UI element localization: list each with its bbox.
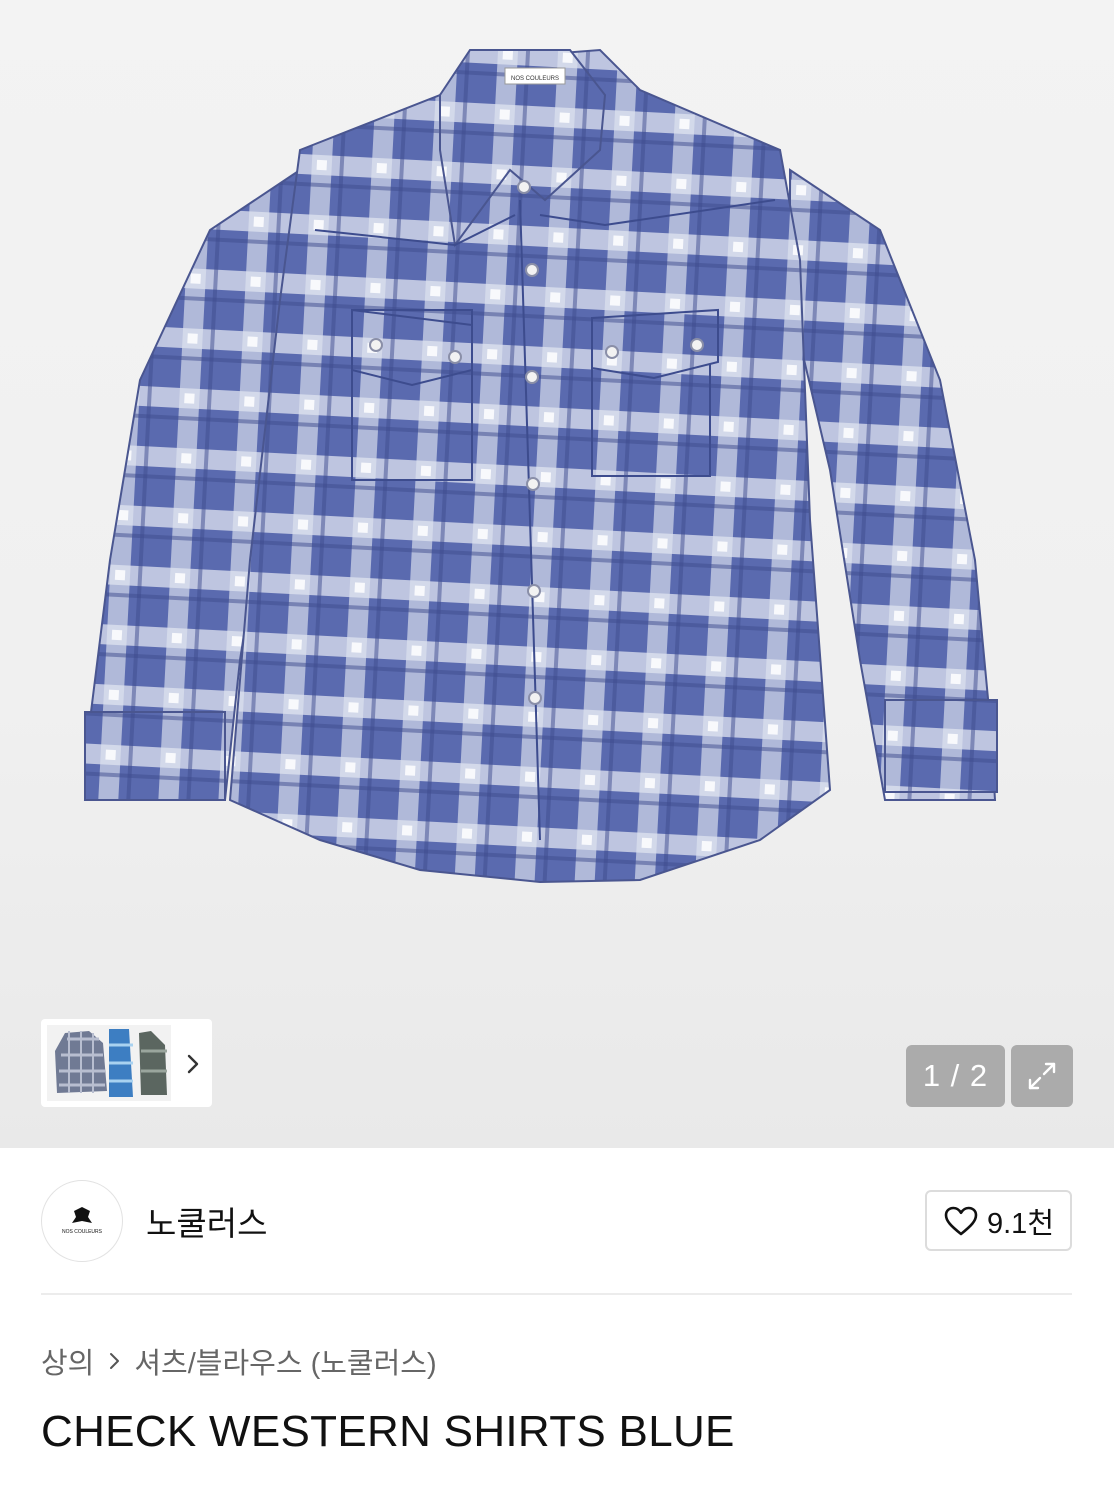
breadcrumb-item-subcategory[interactable]: 셔츠/블라우스 (노쿨러스): [134, 1340, 436, 1382]
product-image-gallery[interactable]: NOS COULEURS 1 / 2: [0, 0, 1114, 1148]
expand-icon: [1028, 1062, 1056, 1090]
like-button[interactable]: 9.1천: [925, 1190, 1072, 1251]
brand-logo[interactable]: NOS COULEURS: [41, 1180, 123, 1262]
product-image[interactable]: NOS COULEURS: [0, 0, 1114, 1148]
brand-logo-text: NOS COULEURS: [62, 1229, 103, 1235]
heart-outline-icon: [944, 1206, 978, 1235]
brand-name[interactable]: 노쿨러스: [146, 1197, 267, 1245]
product-title: CHECK WESTERN SHIRTS BLUE: [41, 1407, 735, 1456]
divider: [41, 1293, 1072, 1295]
chevron-right-icon[interactable]: [180, 1049, 206, 1079]
collar-label: NOS COULEURS: [511, 76, 559, 82]
expand-button[interactable]: [1011, 1045, 1073, 1107]
thumbnail-images[interactable]: [47, 1025, 171, 1101]
chevron-right-icon: [108, 1350, 122, 1372]
breadcrumb-item-category[interactable]: 상의: [41, 1340, 94, 1382]
breadcrumb: 상의 셔츠/블라우스 (노쿨러스): [41, 1340, 437, 1382]
brand-logo-mark: NOS COULEURS: [62, 1207, 103, 1235]
image-counter: 1 / 2: [906, 1045, 1005, 1107]
like-count: 9.1천: [987, 1207, 1054, 1240]
